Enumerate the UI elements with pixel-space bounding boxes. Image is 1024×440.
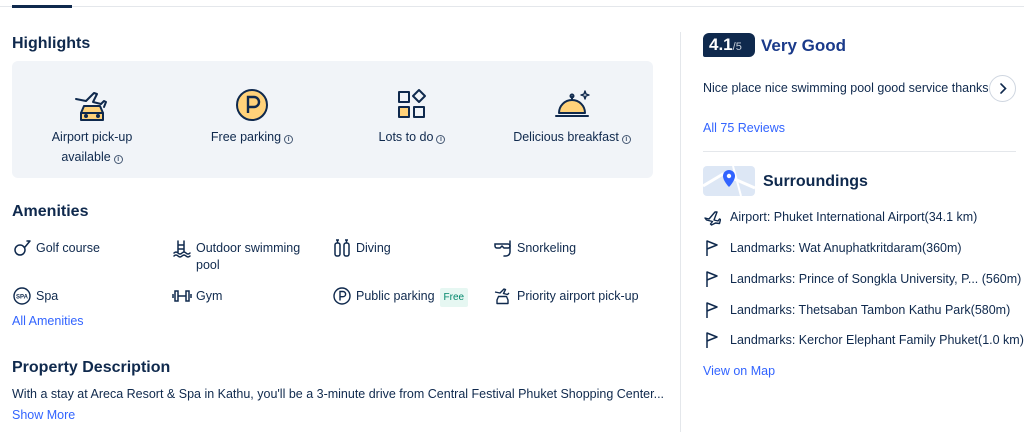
free-badge: Free bbox=[439, 288, 469, 307]
active-tab-indicator bbox=[12, 5, 72, 8]
info-icon[interactable]: i bbox=[113, 155, 123, 164]
info-icon[interactable]: i bbox=[436, 135, 446, 144]
parking-icon bbox=[333, 287, 351, 305]
info-icon[interactable]: i bbox=[284, 135, 294, 144]
highlight-airport-pickup[interactable]: Airport pick-up available i bbox=[12, 61, 172, 167]
parking-icon bbox=[232, 85, 272, 125]
review-snippet: Nice place nice swimming pool good servi… bbox=[703, 81, 989, 95]
golf-icon bbox=[14, 240, 31, 256]
highlight-free-parking[interactable]: Free parking i bbox=[172, 61, 332, 147]
tab-bar-divider bbox=[0, 6, 1024, 7]
amenity-diving: Diving bbox=[332, 239, 391, 258]
flag-icon bbox=[706, 240, 718, 256]
column-divider bbox=[680, 32, 681, 432]
grid-icon bbox=[392, 85, 432, 125]
property-description-text: With a stay at Areca Resort & Spa in Kat… bbox=[12, 387, 665, 401]
map-pin-icon bbox=[703, 166, 755, 196]
svg-text:SPA: SPA bbox=[16, 295, 29, 301]
highlight-label: Airport pick-up available i bbox=[51, 130, 133, 164]
highlight-label: Delicious breakfast i bbox=[492, 127, 652, 147]
amenity-golf: Golf course bbox=[12, 240, 100, 258]
rating-score-badge: 4.1/5 bbox=[703, 33, 755, 57]
all-reviews-link[interactable]: All 75 Reviews bbox=[703, 121, 785, 135]
all-amenities-link[interactable]: All Amenities bbox=[12, 314, 84, 328]
highlight-label: Free parking i bbox=[172, 127, 332, 147]
section-divider bbox=[703, 151, 1016, 152]
amenity-pool: Outdoor swimming pool bbox=[172, 240, 300, 274]
airport-car-icon bbox=[494, 288, 510, 305]
rating-label: Very Good bbox=[761, 36, 847, 55]
snorkel-icon bbox=[494, 240, 511, 257]
chevron-right-icon bbox=[1000, 83, 1007, 94]
surroundings-title: Surroundings bbox=[763, 173, 868, 190]
amenity-snorkeling: Snorkeling bbox=[493, 240, 576, 258]
surrounding-item: Landmarks: Prince of Songkla University,… bbox=[703, 270, 1021, 288]
dumbbell-icon bbox=[172, 290, 192, 302]
next-review-button[interactable] bbox=[989, 75, 1016, 102]
airport-car-icon bbox=[72, 85, 112, 125]
flag-icon bbox=[706, 302, 718, 318]
surrounding-item: Landmarks: Thetsaban Tambon Kathu Park(5… bbox=[703, 301, 1010, 319]
highlight-label: Lots to do i bbox=[332, 127, 492, 147]
plane-icon bbox=[704, 211, 721, 226]
cloche-icon bbox=[552, 85, 592, 125]
diving-icon bbox=[334, 239, 350, 257]
amenities-title: Amenities bbox=[12, 203, 89, 220]
amenity-gym: Gym bbox=[172, 288, 222, 306]
highlights-title: Highlights bbox=[12, 32, 96, 53]
highlight-breakfast[interactable]: Delicious breakfast i bbox=[492, 61, 652, 147]
flag-icon bbox=[706, 332, 718, 348]
amenity-public-parking: Public parking Free bbox=[332, 287, 469, 307]
amenity-spa: SPA Spa bbox=[12, 287, 58, 306]
surrounding-item: Landmarks: Kerchor Elephant Family Phuke… bbox=[703, 331, 1024, 349]
surrounding-item: Airport: Phuket International Airport(34… bbox=[703, 208, 977, 226]
highlights-panel: Airport pick-up available i Free parking i … bbox=[12, 61, 653, 178]
show-more-link[interactable]: Show More bbox=[12, 408, 75, 422]
pool-icon bbox=[173, 240, 191, 258]
surrounding-item: Landmarks: Wat Anuphatkritdaram(360m) bbox=[703, 239, 962, 257]
flag-icon bbox=[706, 271, 718, 287]
spa-icon: SPA bbox=[13, 287, 31, 305]
property-description-title: Property Description bbox=[12, 359, 171, 376]
amenity-priority-pickup: Priority airport pick-up bbox=[493, 288, 639, 306]
info-icon[interactable]: i bbox=[621, 135, 631, 144]
highlight-lots-to-do[interactable]: Lots to do i bbox=[332, 61, 492, 147]
view-on-map-link[interactable]: View on Map bbox=[703, 364, 775, 378]
